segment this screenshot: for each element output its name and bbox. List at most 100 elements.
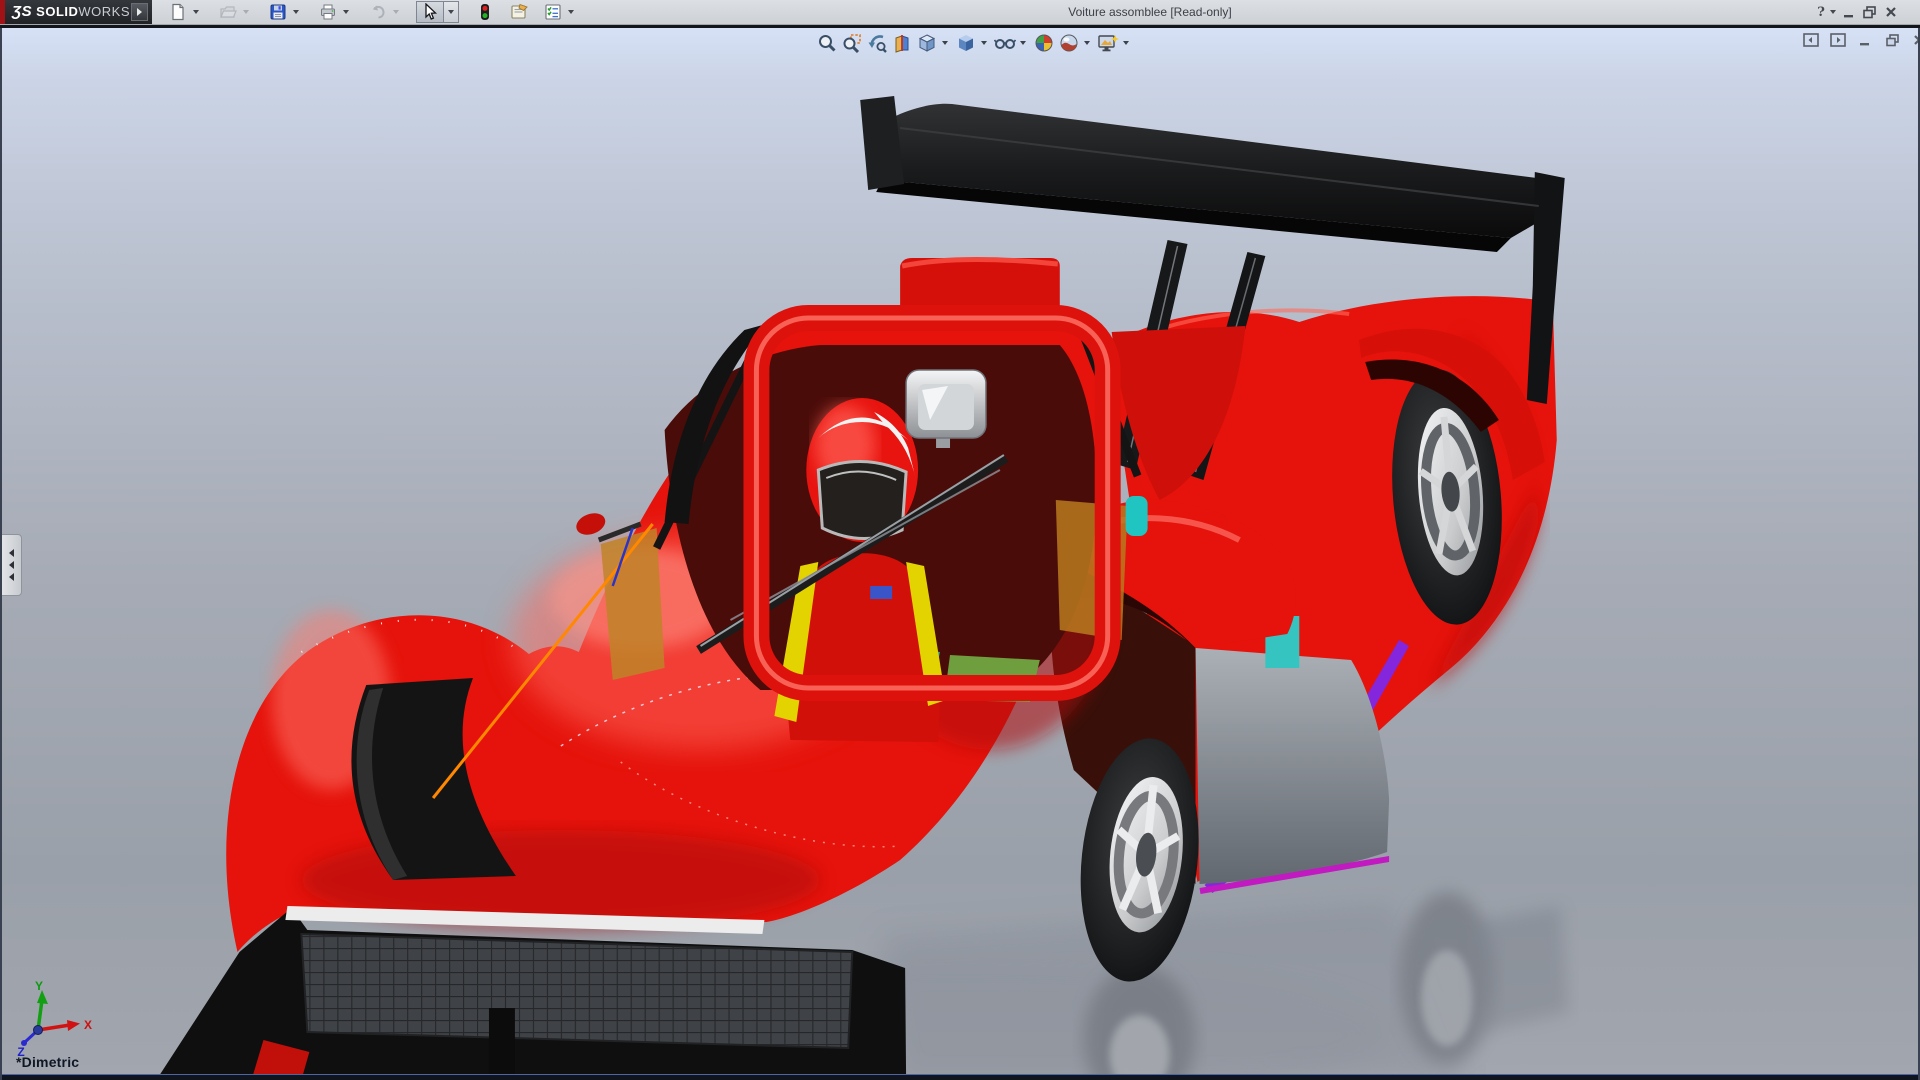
doc-restore-button[interactable] [1883,32,1901,47]
chevron-left-icon [9,573,14,581]
zoom-to-area-icon [842,33,862,53]
reference-triad: Y X Z [14,980,110,1064]
apply-scene-icon [1059,33,1079,53]
window-title: Voiture assomblee [Read-only] [960,0,1340,24]
new-document-button[interactable] [166,1,190,23]
belt-buckle [870,586,892,599]
close-icon [1884,5,1898,19]
x-axis-arrow [67,1020,80,1031]
car-3d-scene [2,28,1918,1080]
doc-minimize-button[interactable] [1856,32,1874,47]
hide-show-items-icon [994,33,1016,53]
solidworks-logo: ƷSSOLIDWORKS [0,0,152,24]
print-dropdown[interactable] [340,1,352,23]
undo-icon [369,3,387,21]
main-toolbar [166,0,591,24]
open-folder-icon [219,3,237,21]
traffic-light-button[interactable] [473,1,497,23]
title-bar: ƷSSOLIDWORKS [0,0,1920,25]
doc-restore-icon [1885,33,1900,47]
x-axis-label: X [84,1018,92,1032]
section-view-button[interactable] [889,32,914,55]
new-document-dropdown[interactable] [190,1,202,23]
apply-scene-button[interactable] [1056,32,1081,55]
chevron-left-icon [9,549,14,557]
document-window-controls [1802,32,1920,47]
undo-button[interactable] [366,1,390,23]
options-dropdown[interactable] [565,1,577,23]
feature-pane-flyout-tab[interactable] [2,534,22,596]
section-view-icon [892,33,912,53]
hide-show-items-button[interactable] [992,32,1017,55]
print-icon [319,3,337,21]
apply-scene-dropdown[interactable] [1081,32,1092,55]
undo-dropdown[interactable] [390,1,402,23]
triad-origin [34,1026,43,1035]
front-grille [301,934,852,1048]
select-cursor-icon [422,3,438,21]
edit-appearance-icon [1034,33,1054,53]
help-button[interactable]: ? [1814,3,1828,21]
restore-button[interactable] [1859,3,1880,21]
previous-view-button[interactable] [864,32,889,55]
brand-text: ƷSSOLIDWORKS [12,3,130,20]
zoom-to-area-button[interactable] [839,32,864,55]
menu-expand-arrow-icon[interactable] [131,3,148,21]
center-mirror [906,370,986,448]
save-dropdown[interactable] [290,1,302,23]
edit-appearance-button[interactable] [1031,32,1056,55]
doc-minimize-icon [1858,33,1872,47]
help-dropdown[interactable] [1828,3,1838,21]
select-dropdown[interactable] [444,1,459,23]
teal-bracket [1126,496,1148,536]
view-orientation-button[interactable] [914,32,939,55]
chevron-left-icon [9,561,14,569]
doc-close-button[interactable] [1910,32,1920,47]
brand-glyph: ƷS [12,3,32,20]
open-button[interactable] [216,1,240,23]
print-button[interactable] [316,1,340,23]
doc-close-icon [1912,33,1920,47]
display-style-icon [956,33,976,53]
y-axis-label: Y [35,980,43,993]
options-checklist-icon [544,3,563,21]
view-orientation-label: *Dimetric [16,1054,79,1070]
view-settings-button[interactable] [1095,32,1120,55]
graphics-area[interactable]: Y X Z *Dimetric [0,28,1920,1080]
view-orientation-dropdown[interactable] [939,32,950,55]
headsup-view-toolbar [814,31,1134,55]
minimize-button[interactable] [1838,3,1859,21]
new-document-icon [169,3,187,21]
logo-red-strip [0,0,5,24]
collapse-right-pane-button[interactable] [1829,32,1847,47]
options-button[interactable] [541,1,565,23]
previous-view-icon [867,33,887,53]
save-button[interactable] [266,1,290,23]
view-settings-dropdown[interactable] [1120,32,1131,55]
restore-icon [1862,5,1877,19]
collapse-left-pane-icon [1803,33,1819,47]
minimize-icon [1842,5,1856,19]
close-button[interactable] [1880,3,1901,21]
comment-note-icon [510,3,529,21]
view-orientation-icon [917,33,937,53]
display-style-dropdown[interactable] [978,32,989,55]
select-tool-group [416,1,459,23]
open-dropdown[interactable] [240,1,252,23]
rocker-panel [1196,648,1390,884]
bottom-edge-strip [2,1074,1918,1080]
collapse-right-pane-icon [1830,33,1846,47]
view-settings-icon [1097,33,1119,53]
zoom-to-fit-button[interactable] [814,32,839,55]
traffic-light-icon [478,3,492,21]
solidworks-window: ƷSSOLIDWORKS [0,0,1920,1080]
display-style-button[interactable] [953,32,978,55]
zoom-to-fit-icon [817,33,837,53]
save-floppy-icon [269,3,287,21]
splitter-post [489,1008,515,1080]
collapse-left-pane-button[interactable] [1802,32,1820,47]
titlebar-controls: ? [1814,0,1901,24]
hide-show-items-dropdown[interactable] [1017,32,1028,55]
select-button[interactable] [416,1,444,23]
comment-note-button[interactable] [507,1,531,23]
